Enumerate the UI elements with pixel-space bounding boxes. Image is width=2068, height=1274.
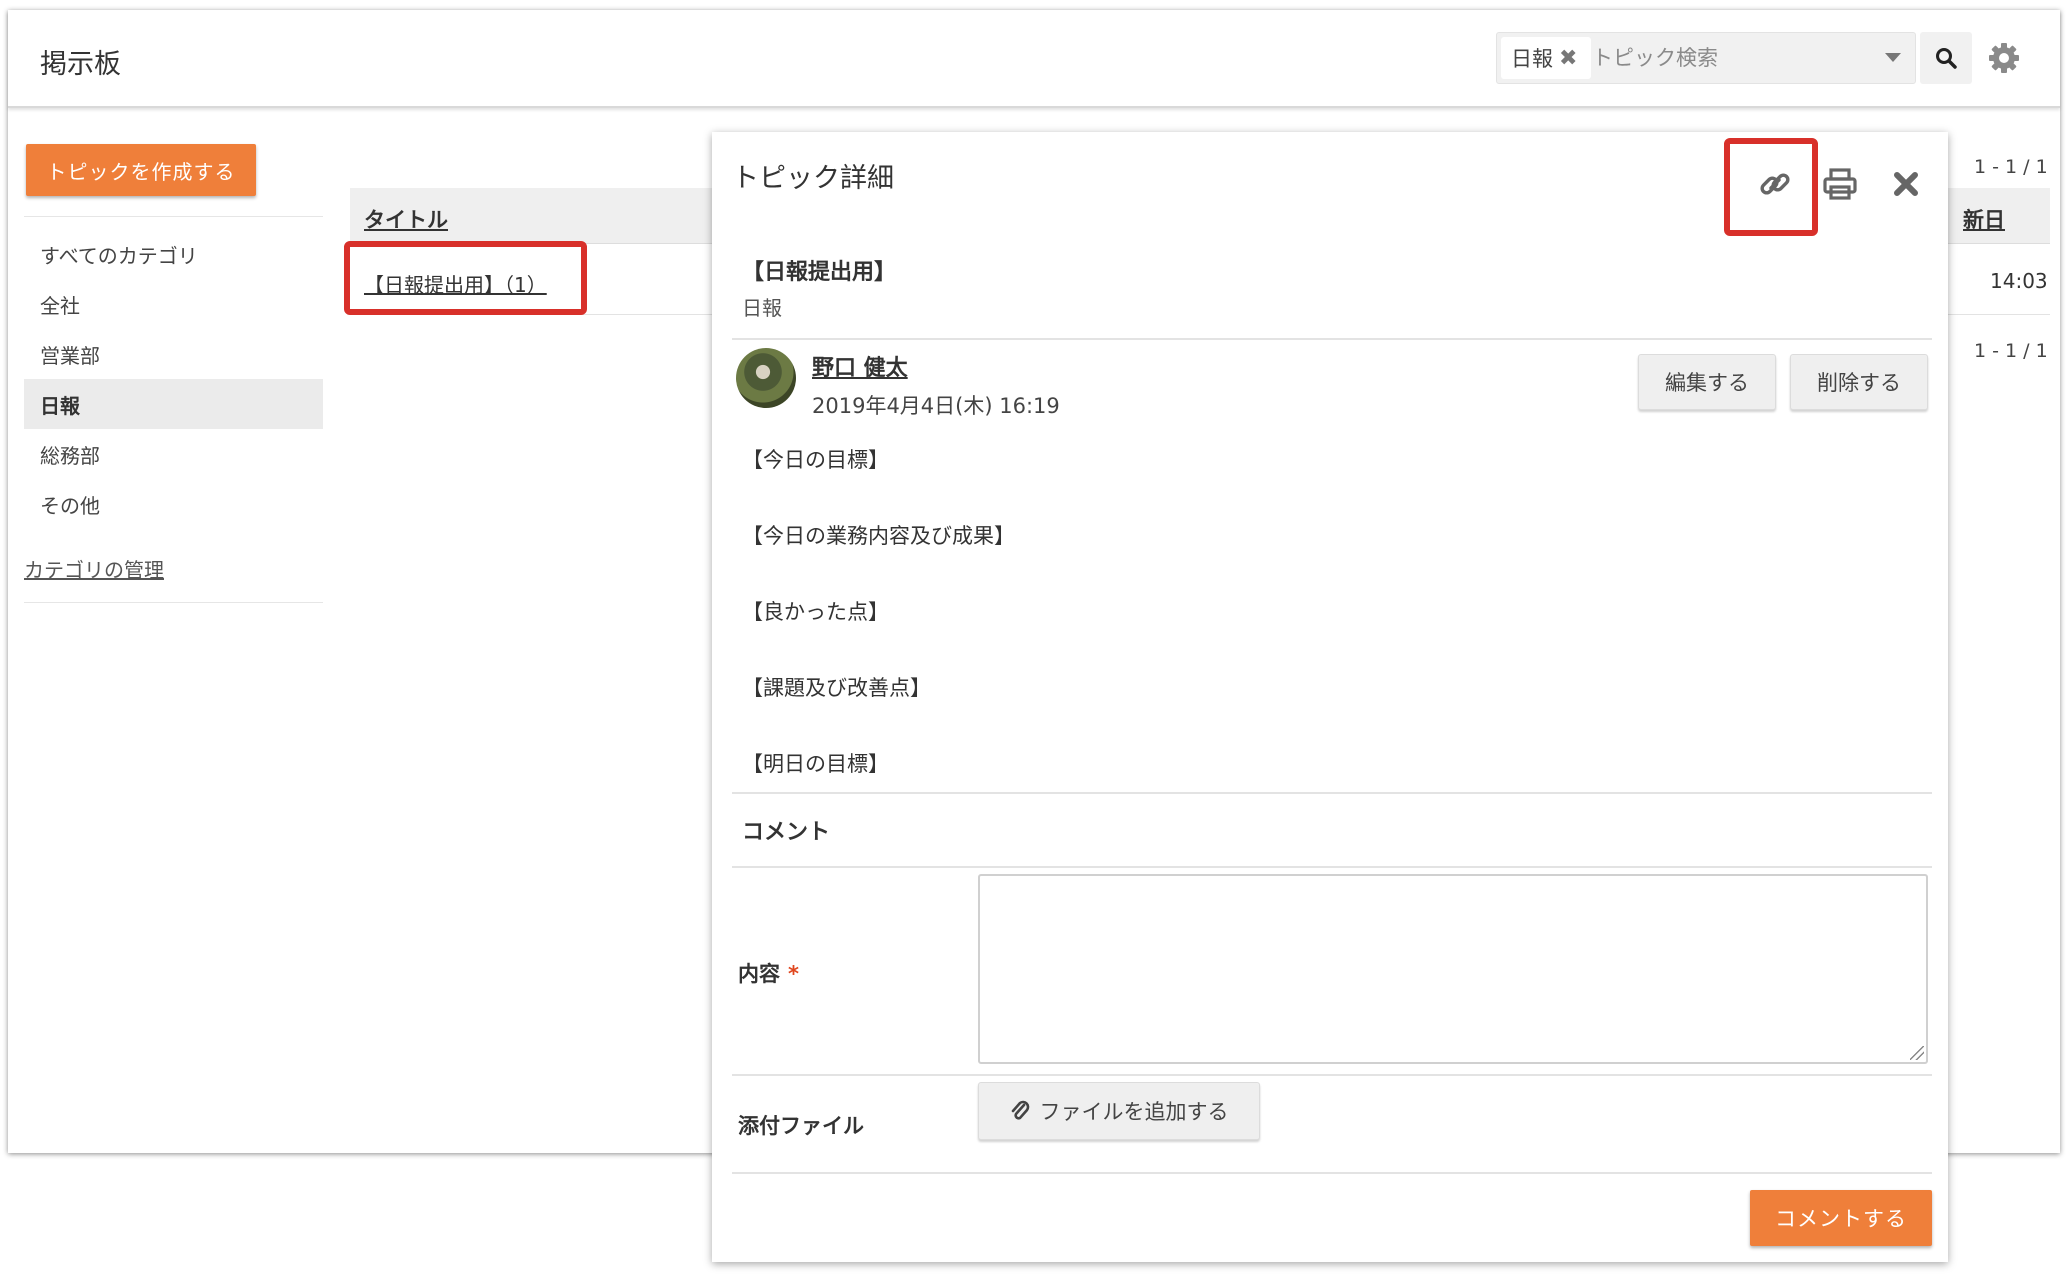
sidebar-item-other[interactable]: その他	[24, 479, 323, 529]
body-line-tomorrow-goal: 【明日の目標】	[742, 752, 889, 776]
body-line-today-goal: 【今日の目標】	[742, 448, 889, 472]
filter-tag-label: 日報	[1511, 47, 1553, 71]
topic-detail-panel: トピック詳細 【日報提出用】 日報 野口 健太 2019年4月4日(木) 16:…	[712, 132, 1948, 1262]
pager-bottom: 1 - 1 / 1	[1974, 340, 2048, 362]
app-header: 掲示板 日報 ✖	[8, 10, 2060, 108]
divider	[732, 1074, 1932, 1076]
avatar	[736, 348, 796, 408]
column-date-header[interactable]: 新日	[1963, 204, 2005, 234]
sidebar-item-daily-report[interactable]: 日報	[24, 379, 323, 429]
close-icon	[1894, 172, 1918, 196]
topic-category: 日報	[742, 296, 782, 320]
search-button[interactable]	[1920, 32, 1972, 84]
sidebar-item-general-affairs[interactable]: 総務部	[24, 429, 323, 479]
settings-button[interactable]	[1986, 40, 2022, 76]
column-title-header[interactable]: タイトル	[364, 204, 448, 234]
divider	[732, 866, 1932, 868]
sidebar-item-company[interactable]: 全社	[24, 279, 323, 329]
link-icon	[1760, 173, 1790, 195]
content-label-text: 内容	[738, 962, 780, 986]
app-title: 掲示板	[40, 49, 121, 80]
divider	[732, 1172, 1932, 1174]
create-topic-button[interactable]: トピックを作成する	[26, 144, 256, 196]
close-button[interactable]	[1886, 164, 1926, 204]
attachment-label: 添付ファイル	[738, 1114, 864, 1138]
content-label: 内容 *	[738, 958, 799, 988]
search-icon	[1936, 48, 1957, 69]
print-button[interactable]	[1820, 164, 1860, 204]
topic-search-box[interactable]: 日報 ✖	[1496, 32, 1916, 84]
dropdown-caret-icon[interactable]	[1885, 53, 1901, 62]
topic-title: 【日報提出用】	[742, 260, 897, 285]
gear-icon	[1989, 43, 2019, 73]
submit-comment-button[interactable]: コメントする	[1750, 1190, 1932, 1246]
divider	[732, 792, 1932, 794]
sidebar-item-sales[interactable]: 営業部	[24, 329, 323, 379]
add-file-button[interactable]: ファイルを追加する	[978, 1082, 1260, 1140]
comment-content-input[interactable]	[978, 874, 1928, 1064]
remove-tag-icon[interactable]: ✖	[1559, 46, 1577, 71]
divider	[732, 338, 1932, 340]
category-list: すべてのカテゴリ 全社 営業部 日報 総務部 その他	[24, 216, 323, 529]
sidebar-divider	[24, 602, 323, 603]
paperclip-icon	[1011, 1100, 1029, 1120]
copy-link-button[interactable]	[1755, 164, 1795, 204]
pager-top: 1 - 1 / 1	[1974, 156, 2048, 178]
body-line-issues: 【課題及び改善点】	[742, 676, 931, 700]
author-name-link[interactable]: 野口 健太	[812, 350, 908, 382]
resize-handle-icon[interactable]	[1910, 1046, 1924, 1060]
manage-categories-link[interactable]: カテゴリの管理	[24, 554, 164, 583]
body-line-good-points: 【良かった点】	[742, 600, 889, 624]
topic-updated-time: 14:03	[1990, 269, 2048, 293]
required-mark: *	[788, 962, 799, 986]
add-file-label: ファイルを追加する	[1039, 1100, 1229, 1124]
sidebar-item-all[interactable]: すべてのカテゴリ	[24, 229, 323, 279]
post-date: 2019年4月4日(木) 16:19	[812, 394, 1060, 418]
edit-button[interactable]: 編集する	[1638, 354, 1776, 410]
topic-title-link[interactable]: 【日報提出用】（1）	[364, 269, 547, 298]
filter-tag-chip: 日報 ✖	[1501, 37, 1592, 79]
panel-title: トピック詳細	[732, 163, 894, 194]
print-icon	[1823, 168, 1857, 200]
topic-search-input[interactable]	[1592, 39, 1862, 77]
body-line-work-results: 【今日の業務内容及び成果】	[742, 524, 1015, 548]
delete-button[interactable]: 削除する	[1790, 354, 1928, 410]
comments-section-title: コメント	[742, 820, 831, 845]
